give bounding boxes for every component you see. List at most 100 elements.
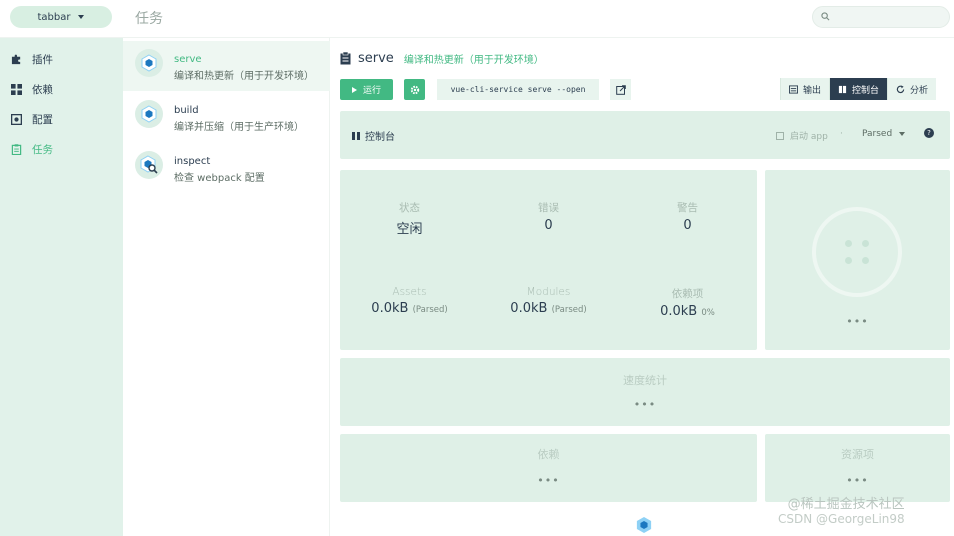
speed-stats-panel: 速度统计 ••• (340, 358, 950, 426)
command-display: vue-cli-service serve --open (437, 79, 599, 100)
gauge-dot (862, 257, 869, 264)
stat-label: Modules (526, 286, 571, 298)
task-description: 检查 webpack 配置 (174, 173, 265, 184)
progress-panel: ••• (765, 170, 950, 350)
panel-title: 资源项 (841, 448, 874, 461)
grid-icon (11, 83, 22, 95)
gauge-dot (845, 240, 852, 247)
task-item-serve[interactable]: serve 编译和热更新（用于开发环境） (123, 41, 330, 91)
task-name: serve (174, 54, 202, 65)
webpack-cube-icon (135, 49, 163, 77)
watermark-line-2: CSDN @GeorgeLin98 (778, 512, 905, 526)
sidebar-item-label: 依赖 (32, 83, 53, 96)
loading-ellipsis: ••• (846, 315, 869, 328)
dashboard-title: 控制台 (352, 128, 395, 143)
webpack-inspect-icon (135, 151, 163, 179)
stat-assets: Assets 0.0kB (Parsed) (340, 286, 479, 316)
panel-title: 速度统计 (623, 374, 667, 387)
gauge-dot (845, 257, 852, 264)
task-name: build (174, 105, 199, 116)
stat-value-row: 0.0kB (Parsed) (340, 301, 479, 316)
progress-gauge (812, 207, 902, 297)
open-in-terminal-button[interactable] (610, 79, 631, 100)
dashboard-toolbar: 控制台 启动 app · Parsed ? (340, 111, 950, 159)
task-subtitle: 编译和热更新（用于开发环境） (403, 54, 544, 66)
chevron-down-icon (78, 15, 85, 19)
task-name: inspect (174, 156, 211, 167)
vue-ui-app: tabbar 任务 插件 依赖 配置 任务 serve 编译和热更新（用于开发环… (0, 0, 954, 536)
stat-label: 错误 (538, 202, 559, 214)
chevron-down-icon (899, 132, 906, 136)
stat-value: 0 (544, 218, 553, 233)
size-mode-value: Parsed (862, 129, 893, 139)
sidebar-item-label: 任务 (32, 143, 53, 156)
watermark-line-1: @稀土掘金技术社区 (787, 497, 905, 512)
tab-dashboard[interactable]: 控制台 (829, 78, 888, 100)
sidebar-item-config[interactable]: 配置 (0, 106, 123, 132)
stat-value: 0 (683, 218, 692, 233)
search-box[interactable] (812, 6, 950, 28)
watermark: @稀土掘金技术社区 CSDN @GeorgeLin98 (778, 497, 905, 527)
dashboard-icon (352, 131, 360, 140)
run-label: 运行 (362, 86, 381, 96)
task-header: serve 编译和热更新（用于开发环境） (340, 48, 544, 68)
dashboard-title-text: 控制台 (365, 132, 395, 143)
stat-errors: 错误 0 (479, 200, 618, 233)
tab-label: 输出 (803, 85, 822, 96)
gear-icon (410, 85, 419, 94)
terminal-icon (789, 84, 798, 94)
stat-warnings: 警告 0 (618, 200, 757, 233)
loading-ellipsis: ••• (537, 474, 560, 487)
stat-label: 依赖项 (671, 288, 704, 300)
task-settings-button[interactable] (404, 79, 425, 100)
run-button[interactable]: 运行 (340, 79, 393, 100)
project-selector[interactable]: tabbar (10, 6, 112, 28)
stat-value-row: 0.0kB (Parsed) (479, 301, 618, 316)
sidebar-item-dependencies[interactable]: 依赖 (0, 76, 123, 102)
start-app-label: 启动 app (790, 132, 828, 142)
stat-label: 状态 (399, 202, 420, 214)
project-name: tabbar (37, 11, 71, 23)
stat-sub: (Parsed) (551, 305, 587, 315)
tab-analyzer[interactable]: 分析 (887, 78, 937, 100)
stat-sub: (Parsed) (412, 305, 448, 315)
sidebar: 插件 依赖 配置 任务 (0, 38, 123, 536)
help-icon[interactable]: ? (924, 128, 934, 138)
stat-status: 状态 空闲 (340, 200, 479, 237)
sidebar-item-label: 配置 (32, 113, 53, 126)
tab-output[interactable]: 输出 (780, 78, 830, 100)
stat-sub: 0% (701, 308, 715, 318)
dependencies-panel: 依赖 ••• (340, 434, 757, 502)
status-panel: 状态 空闲 错误 0 警告 0 Assets 0.0kB (Parsed) Mo… (340, 170, 757, 350)
task-list: serve 编译和热更新（用于开发环境） build 编译并压缩（用于生产环境）… (123, 38, 330, 536)
stat-value: 空闲 (396, 222, 423, 237)
task-item-inspect[interactable]: inspect 检查 webpack 配置 (123, 143, 330, 193)
clipboard-icon (340, 51, 351, 64)
task-item-build[interactable]: build 编译并压缩（用于生产环境） (123, 92, 330, 142)
settings-box-icon (11, 113, 22, 125)
tab-label: 分析 (910, 85, 929, 96)
search-input[interactable] (835, 10, 943, 24)
task-description: 编译并压缩（用于生产环境） (174, 122, 304, 133)
refresh-icon (896, 84, 905, 93)
webpack-cube-icon (135, 100, 163, 128)
gauge-dot (862, 240, 869, 247)
separator: · (840, 129, 843, 139)
stat-modules: Modules 0.0kB (Parsed) (479, 286, 618, 316)
checkbox-icon (776, 131, 784, 140)
stat-value: 0.0kB (660, 304, 698, 319)
sidebar-item-plugins[interactable]: 插件 (0, 46, 123, 72)
external-link-icon (615, 84, 626, 95)
task-description: 编译和热更新（用于开发环境） (174, 71, 314, 82)
webpack-logo-icon (636, 517, 652, 533)
page-title: 任务 (135, 11, 163, 27)
panel-title: 依赖 (537, 448, 560, 461)
tab-label: 控制台 (852, 85, 880, 96)
task-detail: serve 编译和热更新（用于开发环境） 运行 vue-cli-service … (330, 38, 954, 536)
size-mode-select[interactable]: Parsed (862, 129, 906, 139)
sidebar-item-tasks[interactable]: 任务 (0, 136, 123, 162)
start-app-toggle[interactable]: 启动 app (776, 129, 828, 142)
task-title: serve (358, 50, 394, 66)
sidebar-item-label: 插件 (32, 53, 53, 66)
stat-dependencies: 依赖项 0.0kB 0% (618, 286, 757, 319)
